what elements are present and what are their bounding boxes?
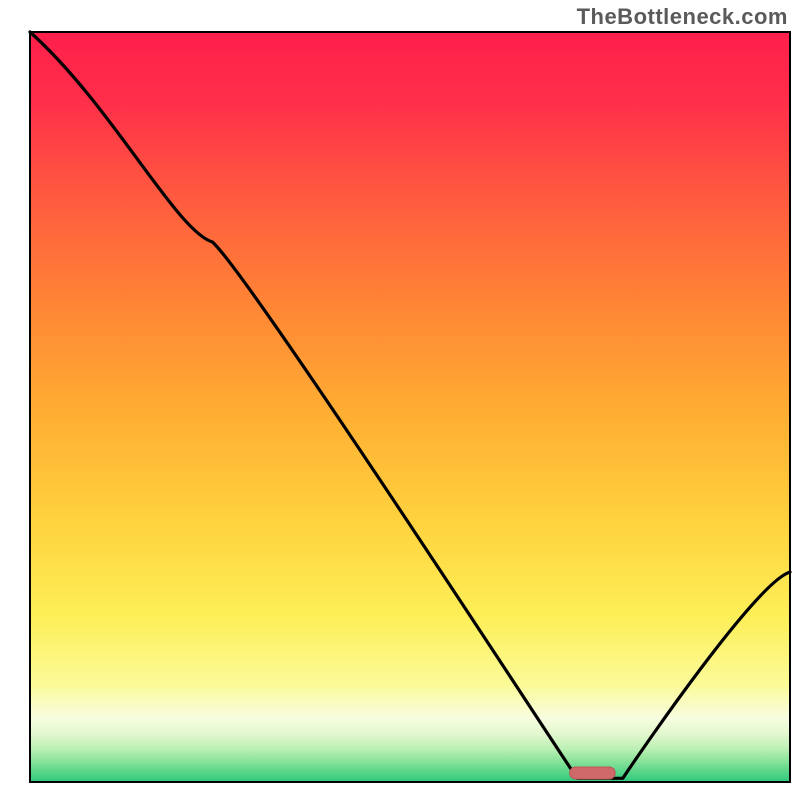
attribution-text: TheBottleneck.com	[577, 4, 788, 30]
chart-container: { "attribution": "TheBottleneck.com", "c…	[0, 0, 800, 800]
optimal-marker	[570, 767, 616, 779]
plot-background	[30, 32, 790, 782]
bottleneck-chart	[0, 0, 800, 800]
